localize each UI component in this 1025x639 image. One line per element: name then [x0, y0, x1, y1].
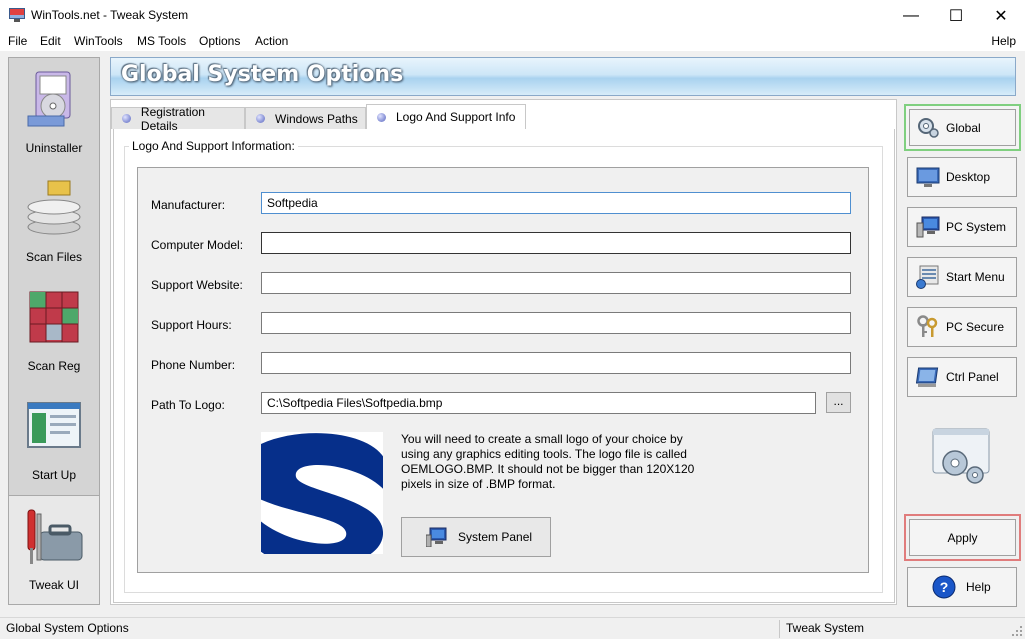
ctrl-panel-label: Ctrl Panel — [946, 370, 999, 384]
sidebar-item-label: Uninstaller — [25, 141, 83, 155]
manufacturer-input[interactable] — [261, 192, 851, 214]
sidebar-item-scan-reg[interactable]: Scan Reg — [9, 276, 99, 385]
page-title: Global System Options — [121, 62, 404, 87]
menu-ms-tools[interactable]: MS Tools — [137, 34, 186, 48]
resize-grip-icon[interactable] — [1011, 625, 1023, 637]
menu-edit[interactable]: Edit — [40, 34, 61, 48]
phone-number-input[interactable] — [261, 352, 851, 374]
global-button-face: Global — [909, 109, 1016, 146]
menu-help[interactable]: Help — [991, 34, 1016, 48]
menu-wintools[interactable]: WinTools — [74, 34, 123, 48]
menu-action[interactable]: Action — [255, 34, 288, 48]
system-panel-icon — [426, 527, 447, 547]
minimize-button[interactable]: — — [888, 0, 934, 31]
pc-secure-label: PC Secure — [946, 320, 1005, 334]
start-menu-icon — [916, 265, 939, 289]
phone-number-label: Phone Number: — [151, 358, 236, 372]
global-gear-icon — [918, 117, 939, 138]
ctrl-panel-icon — [916, 367, 939, 387]
scan-files-icon — [27, 180, 81, 235]
sidebar-item-tweak-ui[interactable]: Tweak UI — [9, 495, 99, 604]
svg-text:?: ? — [940, 579, 949, 595]
settings-gear-icon — [932, 428, 990, 484]
logo-preview — [261, 432, 383, 554]
support-website-input[interactable] — [261, 272, 851, 294]
global-button[interactable]: Global — [904, 104, 1021, 151]
help-label: Help — [966, 580, 991, 594]
softpedia-logo-image — [261, 432, 383, 554]
status-right-text: Tweak System — [786, 621, 865, 635]
apply-button-frame: Apply — [904, 514, 1021, 561]
support-hours-label: Support Hours: — [151, 318, 232, 332]
start-menu-button[interactable]: Start Menu — [907, 257, 1017, 297]
computer-model-label: Computer Model: — [151, 238, 244, 252]
maximize-icon: ☐ — [948, 7, 964, 25]
sidebar-item-label: Tweak UI — [28, 578, 79, 592]
tab-label: Windows Paths — [275, 111, 358, 126]
maximize-button[interactable]: ☐ — [933, 0, 979, 31]
sidebar-item-scan-files[interactable]: Scan Files — [9, 167, 99, 276]
pc-secure-button[interactable]: PC Secure — [907, 307, 1017, 347]
sidebar-item-label: Start Up — [31, 468, 76, 482]
tools-sidebar: Uninstaller Scan Files Scan Reg Start Up… — [8, 57, 100, 605]
pc-system-icon — [916, 216, 940, 238]
support-website-label: Support Website: — [151, 278, 243, 292]
menu-options[interactable]: Options — [199, 34, 240, 48]
desktop-icon — [916, 167, 940, 187]
computer-model-input[interactable] — [261, 232, 851, 254]
apply-button[interactable]: Apply — [909, 519, 1016, 556]
path-to-logo-label: Path To Logo: — [151, 398, 225, 412]
sidebar-item-uninstaller[interactable]: Uninstaller — [9, 58, 99, 167]
pc-system-button[interactable]: PC System — [907, 207, 1017, 247]
close-icon: ✕ — [994, 7, 1008, 25]
tab-bullet-icon — [122, 114, 131, 123]
path-to-logo-input[interactable] — [261, 392, 816, 414]
help-icon: ? — [932, 575, 956, 599]
ctrl-panel-button[interactable]: Ctrl Panel — [907, 357, 1017, 397]
status-separator — [779, 620, 780, 638]
uninstaller-icon — [27, 71, 71, 127]
scan-reg-icon — [29, 291, 79, 343]
wintools-app-icon — [9, 8, 25, 22]
desktop-button[interactable]: Desktop — [907, 157, 1017, 197]
header-banner: Global System Options — [110, 57, 1016, 96]
window-title: WinTools.net - Tweak System — [31, 8, 189, 22]
minimize-icon: — — [903, 6, 919, 24]
pc-system-label: PC System — [946, 220, 1007, 234]
tab-bullet-icon — [256, 114, 265, 123]
tab-logo-and-support-info[interactable]: Logo And Support Info — [366, 104, 526, 129]
menu-file[interactable]: File — [8, 34, 27, 48]
start-up-icon — [27, 402, 81, 448]
tab-bullet-icon — [377, 112, 386, 122]
sidebar-item-label: Scan Files — [25, 250, 83, 264]
desktop-label: Desktop — [946, 170, 991, 184]
status-left-text: Global System Options — [6, 621, 129, 635]
title-bar: WinTools.net - Tweak System — ☐ ✕ — [0, 0, 1025, 31]
tweak-ui-icon — [27, 509, 83, 564]
groupbox-title: Logo And Support Information: — [129, 139, 298, 153]
tab-label: Logo And Support Info — [396, 110, 516, 124]
status-bar: Global System Options Tweak System — [0, 617, 1025, 639]
tab-registration-details[interactable]: Registration Details — [111, 105, 245, 133]
global-label: Global — [946, 120, 981, 135]
browse-logo-button[interactable]: ... — [826, 392, 851, 413]
menu-bar: File Edit WinTools MS Tools Options Acti… — [0, 31, 1025, 51]
sidebar-item-label: Scan Reg — [27, 359, 81, 373]
start-menu-label: Start Menu — [946, 270, 1005, 284]
pc-secure-icon — [917, 315, 938, 337]
tab-windows-paths[interactable]: Windows Paths — [245, 107, 366, 129]
support-hours-input[interactable] — [261, 312, 851, 334]
system-panel-button[interactable]: System Panel — [401, 517, 551, 557]
logo-instructions: You will need to create a small logo of … — [401, 432, 695, 491]
sidebar-item-start-up[interactable]: Start Up — [9, 385, 99, 494]
manufacturer-label: Manufacturer: — [151, 198, 226, 212]
system-panel-label: System Panel — [458, 530, 533, 544]
close-button[interactable]: ✕ — [978, 0, 1024, 31]
tab-label: Registration Details — [140, 104, 205, 133]
help-button[interactable]: ? Help — [907, 567, 1017, 607]
